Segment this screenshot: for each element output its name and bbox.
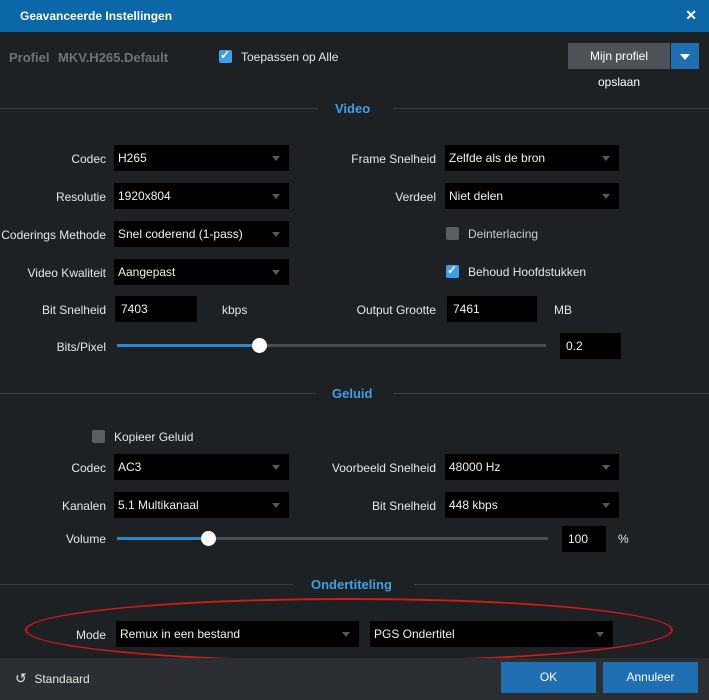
chevron-down-icon — [272, 156, 280, 161]
channels-value: 5.1 Multikanaal — [118, 498, 199, 512]
subtitle-track-select[interactable]: PGS Ondertitel — [370, 621, 613, 647]
reset-icon: ↺ — [15, 670, 27, 686]
split-select[interactable]: Niet delen — [445, 183, 619, 209]
output-size-input[interactable]: 7461 — [447, 296, 537, 322]
ok-button[interactable]: OK — [501, 662, 596, 693]
chevron-down-icon — [602, 156, 610, 161]
video-bitrate-input[interactable]: 7403 — [115, 296, 197, 322]
chevron-down-icon — [272, 503, 280, 508]
channels-label: Kanalen — [61, 499, 106, 513]
encoding-method-select[interactable]: Snel coderend (1-pass) — [114, 221, 289, 247]
output-size-label: Output Grootte — [356, 303, 436, 317]
audio-bitrate-label: Bit Snelheid — [371, 499, 436, 513]
advanced-settings-dialog: Geavanceerde Instellingen ✕ Profiel MKV.… — [0, 0, 709, 700]
divider — [414, 584, 709, 585]
subtitle-mode-value: Remux in een bestand — [120, 627, 241, 641]
video-codec-select[interactable]: H265 — [114, 145, 289, 171]
slider-fill — [117, 537, 208, 540]
deinterlacing-label: Deinterlacing — [468, 227, 539, 241]
frame-rate-value: Zelfde als de bron — [449, 151, 546, 165]
chevron-down-icon — [596, 632, 604, 637]
slider-handle[interactable] — [200, 531, 216, 546]
divider — [0, 584, 293, 585]
slider-handle[interactable] — [251, 338, 267, 353]
section-title-subtitles: Ondertiteling — [311, 577, 392, 592]
encoding-method-value: Snel coderend (1-pass) — [118, 227, 243, 241]
chevron-down-icon — [272, 194, 280, 199]
apply-all-label: Toepassen op Alle — [241, 50, 339, 64]
audio-bitrate-select[interactable]: 448 kbps — [445, 492, 619, 518]
frame-rate-select[interactable]: Zelfde als de bron — [445, 145, 619, 171]
keep-chapters-label: Behoud Hoofdstukken — [468, 265, 587, 279]
resolution-value: 1920x804 — [118, 189, 171, 203]
chevron-down-icon — [342, 632, 350, 637]
video-codec-value: H265 — [118, 151, 147, 165]
volume-label: Volume — [65, 532, 106, 546]
profile-name: MKV.H265.Default — [58, 50, 169, 65]
video-quality-value: Aangepast — [118, 265, 176, 279]
resolution-select[interactable]: 1920x804 — [114, 183, 289, 209]
audio-codec-select[interactable]: AC3 — [114, 454, 289, 480]
sample-rate-value: 48000 Hz — [449, 460, 501, 474]
divider — [0, 108, 318, 109]
audio-codec-value: AC3 — [118, 460, 142, 474]
video-bitrate-label: Bit Snelheid — [41, 303, 106, 317]
reset-label: Standaard — [34, 672, 90, 686]
profile-label: Profiel — [9, 50, 50, 65]
reset-defaults-button[interactable]: ↺ Standaard — [15, 670, 90, 687]
sample-rate-select[interactable]: 48000 Hz — [445, 454, 619, 480]
slider-fill — [117, 344, 259, 347]
sample-rate-label: Voorbeeld Snelheid — [331, 461, 436, 475]
video-quality-select[interactable]: Aangepast — [114, 259, 289, 285]
cancel-button[interactable]: Annuleer — [603, 662, 698, 693]
copy-audio-label: Kopieer Geluid — [114, 430, 194, 444]
subtitle-mode-label: Mode — [75, 628, 106, 642]
save-profile-button[interactable]: Mijn profiel opslaan — [568, 43, 670, 89]
video-bitrate-unit: kbps — [222, 303, 248, 317]
bits-per-pixel-slider[interactable] — [117, 338, 546, 353]
copy-audio-checkbox[interactable] — [92, 430, 105, 443]
keep-chapters-checkbox[interactable] — [446, 263, 459, 278]
deinterlacing-checkbox[interactable] — [446, 227, 459, 240]
chevron-down-icon — [272, 232, 280, 237]
title-bar: Geavanceerde Instellingen ✕ — [0, 0, 709, 32]
divider — [0, 393, 316, 394]
bits-per-pixel-input[interactable]: 0.2 — [560, 333, 621, 359]
section-title-audio: Geluid — [332, 386, 373, 401]
dialog-title: Geavanceerde Instellingen — [20, 9, 173, 23]
split-label: Verdeel — [395, 190, 436, 204]
resolution-label: Resolutie — [55, 190, 106, 204]
video-quality-label: Video Kwaliteit — [27, 266, 107, 280]
frame-rate-label: Frame Snelheid — [351, 152, 436, 166]
audio-codec-label: Codec — [71, 461, 106, 475]
section-title-video: Video — [335, 101, 371, 116]
bits-per-pixel-label: Bits/Pixel — [56, 340, 106, 354]
chevron-down-icon — [602, 503, 610, 508]
video-codec-label: Codec — [71, 152, 106, 166]
chevron-down-icon — [272, 465, 280, 470]
output-size-unit: MB — [554, 303, 572, 317]
encoding-method-label: Coderings Methode — [1, 228, 106, 242]
divider — [393, 393, 709, 394]
volume-unit: % — [618, 532, 629, 546]
chevron-down-icon — [602, 194, 610, 199]
chevron-down-icon — [272, 270, 280, 275]
close-icon[interactable]: ✕ — [685, 7, 697, 24]
chevron-down-icon — [602, 465, 610, 470]
save-profile-dropdown-icon[interactable] — [671, 43, 699, 69]
volume-input[interactable]: 100 — [562, 526, 606, 552]
subtitle-track-value: PGS Ondertitel — [374, 627, 455, 641]
volume-slider[interactable] — [117, 531, 548, 546]
audio-bitrate-value: 448 kbps — [449, 498, 498, 512]
apply-all-checkbox[interactable] — [219, 48, 232, 63]
subtitle-mode-select[interactable]: Remux in een bestand — [116, 621, 359, 647]
divider — [393, 108, 709, 109]
split-value: Niet delen — [449, 189, 504, 203]
channels-select[interactable]: 5.1 Multikanaal — [114, 492, 289, 518]
